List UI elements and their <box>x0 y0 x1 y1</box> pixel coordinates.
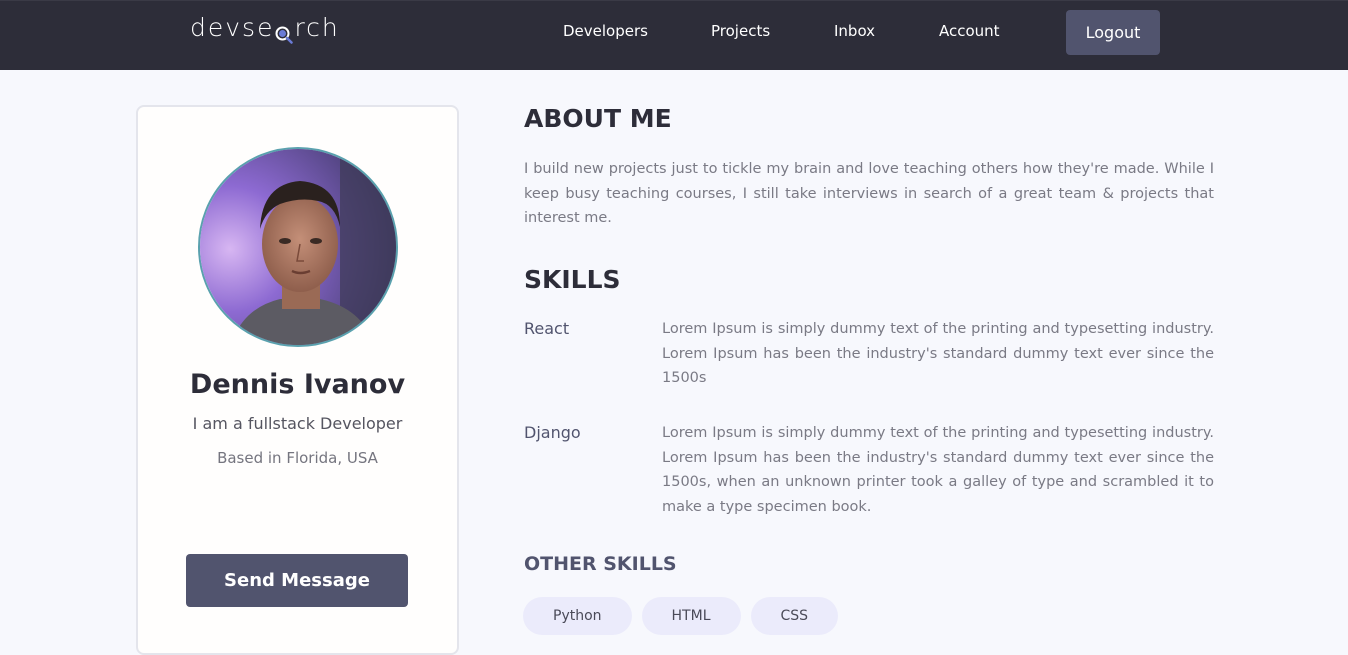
nav-projects[interactable]: Projects <box>711 22 770 40</box>
skills-title: SKILLS <box>524 265 621 294</box>
skill-name-django: Django <box>524 423 581 442</box>
skill-tag: HTML <box>641 597 741 635</box>
profile-name: Dennis Ivanov <box>189 369 406 400</box>
logo-text-end: rch <box>294 13 340 42</box>
logout-button[interactable]: Logout <box>1066 10 1160 55</box>
logo-text-start: devse <box>190 13 275 42</box>
nav-inbox[interactable]: Inbox <box>834 22 875 40</box>
other-skills-tags: Python HTML CSS <box>523 597 839 635</box>
skill-tag: Python <box>523 597 632 635</box>
skill-tag: CSS <box>750 597 839 635</box>
magnifier-icon <box>275 21 294 44</box>
other-skills-title: OTHER SKILLS <box>524 553 677 575</box>
about-title: ABOUT ME <box>524 104 672 133</box>
about-text: I build new projects just to tickle my b… <box>524 161 1214 226</box>
nav-account[interactable]: Account <box>939 22 1000 40</box>
nav-developers[interactable]: Developers <box>563 22 648 40</box>
skill-description-django: Lorem Ipsum is simply dummy text of the … <box>662 425 1214 515</box>
skill-name-react: React <box>524 319 570 338</box>
profile-card: Dennis Ivanov I am a fullstack Developer… <box>136 105 459 655</box>
skill-description-react: Lorem Ipsum is simply dummy text of the … <box>662 321 1214 386</box>
devsearch-logo[interactable]: devse rch <box>190 13 340 44</box>
profile-tagline: I am a fullstack Developer <box>192 414 403 433</box>
top-navbar: devse rch Developers Projects Inbox Acco… <box>0 0 1348 70</box>
avatar <box>198 147 398 347</box>
send-message-button[interactable]: Send Message <box>186 554 408 607</box>
profile-location: Based in Florida, USA <box>217 449 378 467</box>
